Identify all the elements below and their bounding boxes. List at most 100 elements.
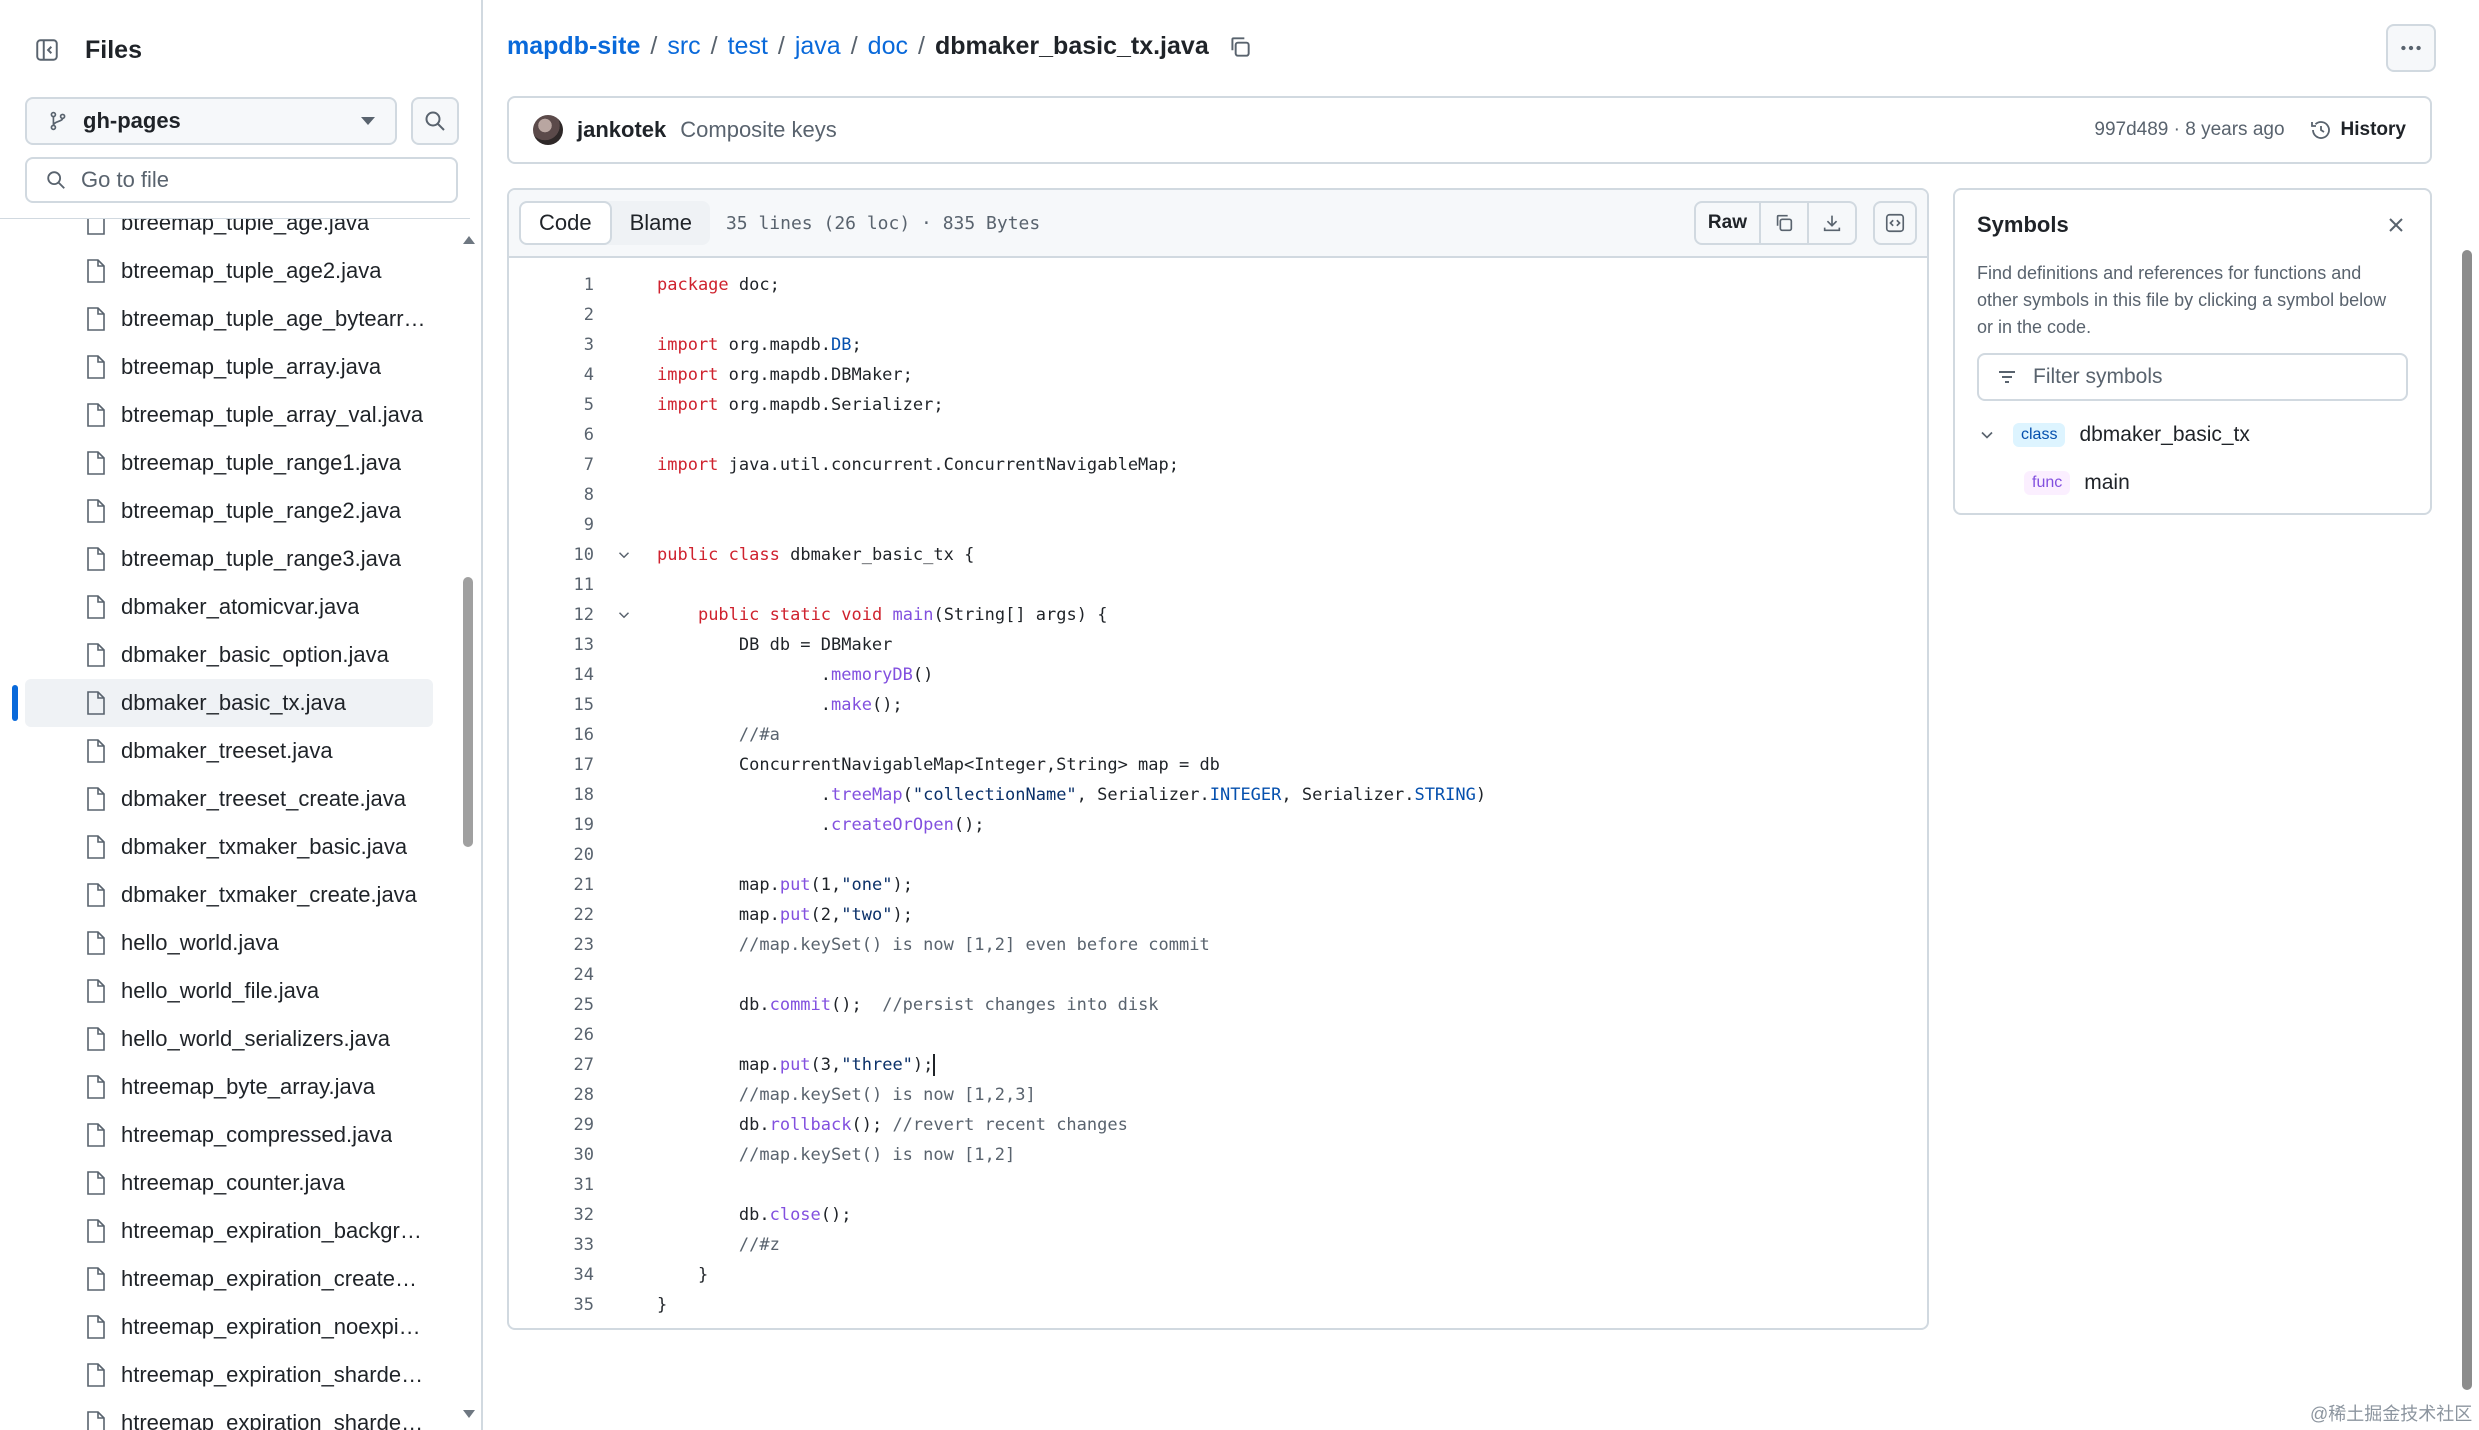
code-line[interactable]: 11 bbox=[509, 570, 1927, 600]
line-number[interactable]: 17 bbox=[509, 755, 594, 775]
line-number[interactable]: 33 bbox=[509, 1235, 594, 1255]
line-number[interactable]: 4 bbox=[509, 365, 594, 385]
file-tree-item-active[interactable]: dbmaker_basic_tx.java bbox=[25, 679, 433, 727]
line-number[interactable]: 1 bbox=[509, 275, 594, 295]
search-button[interactable] bbox=[411, 97, 459, 145]
file-tree-item[interactable]: btreemap_tuple_array.java bbox=[0, 343, 460, 391]
branch-selector[interactable]: gh-pages bbox=[25, 97, 397, 145]
file-tree-item[interactable]: htreemap_expiration_backgro... bbox=[0, 1207, 460, 1255]
code-line[interactable]: 16 //#a bbox=[509, 720, 1927, 750]
close-icon[interactable] bbox=[2384, 213, 2408, 237]
line-number[interactable]: 22 bbox=[509, 905, 594, 925]
copy-raw-button[interactable] bbox=[1761, 203, 1809, 243]
line-number[interactable]: 26 bbox=[509, 1025, 594, 1045]
code-line[interactable]: 32 db.close(); bbox=[509, 1200, 1927, 1230]
code-line[interactable]: 26 bbox=[509, 1020, 1927, 1050]
line-number[interactable]: 14 bbox=[509, 665, 594, 685]
line-number[interactable]: 35 bbox=[509, 1295, 594, 1315]
line-number[interactable]: 5 bbox=[509, 395, 594, 415]
line-number[interactable]: 34 bbox=[509, 1265, 594, 1285]
commit-message[interactable]: Composite keys bbox=[680, 117, 837, 143]
line-number[interactable]: 20 bbox=[509, 845, 594, 865]
line-number[interactable]: 24 bbox=[509, 965, 594, 985]
file-tree-item[interactable]: htreemap_expiration_sharded2... bbox=[0, 1399, 460, 1430]
sidebar-scrollbar[interactable] bbox=[461, 232, 475, 1422]
scrollbar-thumb[interactable] bbox=[2462, 250, 2472, 1390]
avatar[interactable] bbox=[533, 115, 563, 145]
code-line[interactable]: 14 .memoryDB() bbox=[509, 660, 1927, 690]
breadcrumb-link-test[interactable]: test bbox=[728, 32, 768, 61]
tab-blame[interactable]: Blame bbox=[612, 201, 710, 245]
code-line[interactable]: 31 bbox=[509, 1170, 1927, 1200]
line-number[interactable]: 7 bbox=[509, 455, 594, 475]
chevron-down-icon[interactable] bbox=[1977, 425, 1997, 445]
line-number[interactable]: 30 bbox=[509, 1145, 594, 1165]
line-number[interactable]: 23 bbox=[509, 935, 594, 955]
symbol-item-class[interactable]: class dbmaker_basic_tx bbox=[1977, 411, 2408, 459]
code-line[interactable]: 25 db.commit(); //persist changes into d… bbox=[509, 990, 1927, 1020]
file-tree-item[interactable]: btreemap_tuple_range2.java bbox=[0, 487, 460, 535]
file-tree-item[interactable]: btreemap_tuple_age.java bbox=[0, 219, 460, 247]
line-number[interactable]: 12 bbox=[509, 605, 594, 625]
code-line[interactable]: 23 //map.keySet() is now [1,2] even befo… bbox=[509, 930, 1927, 960]
go-to-file-input[interactable]: Go to file bbox=[25, 157, 458, 203]
file-tree-item[interactable]: btreemap_tuple_age2.java bbox=[0, 247, 460, 295]
code-line[interactable]: 35} bbox=[509, 1290, 1927, 1320]
code-line[interactable]: 19 .createOrOpen(); bbox=[509, 810, 1927, 840]
file-tree-item[interactable]: hello_world_serializers.java bbox=[0, 1015, 460, 1063]
file-tree-item[interactable]: btreemap_tuple_age_bytearray... bbox=[0, 295, 460, 343]
scroll-up-icon[interactable] bbox=[463, 236, 475, 244]
file-tree-item[interactable]: htreemap_expiration_sharded.j... bbox=[0, 1351, 460, 1399]
code-line[interactable]: 8 bbox=[509, 480, 1927, 510]
code-line[interactable]: 5 import org.mapdb.Serializer; bbox=[509, 390, 1927, 420]
fold-chevron-icon[interactable] bbox=[615, 606, 633, 624]
breadcrumb-link-src[interactable]: src bbox=[667, 32, 700, 61]
code-line[interactable]: 29 db.rollback(); //revert recent change… bbox=[509, 1110, 1927, 1140]
file-tree-item[interactable]: htreemap_counter.java bbox=[0, 1159, 460, 1207]
page-scrollbar[interactable] bbox=[2460, 230, 2474, 1430]
breadcrumb-link-doc[interactable]: doc bbox=[868, 32, 908, 61]
line-number[interactable]: 31 bbox=[509, 1175, 594, 1195]
code-line[interactable]: 1 package doc; bbox=[509, 270, 1927, 300]
code-lines[interactable]: 1 package doc; 2 3 import org.mapdb.DB; 4 impo… bbox=[509, 258, 1927, 1320]
collapse-sidebar-button[interactable] bbox=[25, 28, 69, 72]
line-number[interactable]: 6 bbox=[509, 425, 594, 445]
filter-symbols-input[interactable]: Filter symbols bbox=[1977, 353, 2408, 401]
line-number[interactable]: 8 bbox=[509, 485, 594, 505]
line-number[interactable]: 21 bbox=[509, 875, 594, 895]
code-line[interactable]: 15 .make(); bbox=[509, 690, 1927, 720]
file-tree-item[interactable]: dbmaker_txmaker_create.java bbox=[0, 871, 460, 919]
code-line[interactable]: 4 import org.mapdb.DBMaker; bbox=[509, 360, 1927, 390]
line-number[interactable]: 27 bbox=[509, 1055, 594, 1075]
file-tree-item[interactable]: hello_world_file.java bbox=[0, 967, 460, 1015]
code-line[interactable]: 34 } bbox=[509, 1260, 1927, 1290]
code-line[interactable]: 12 public static void main(String[] args… bbox=[509, 600, 1927, 630]
code-line[interactable]: 30 //map.keySet() is now [1,2] bbox=[509, 1140, 1927, 1170]
line-number[interactable]: 32 bbox=[509, 1205, 594, 1225]
breadcrumb-repo-link[interactable]: mapdb-site bbox=[507, 32, 640, 61]
code-line[interactable]: 9 bbox=[509, 510, 1927, 540]
line-number[interactable]: 16 bbox=[509, 725, 594, 745]
code-line[interactable]: 28 //map.keySet() is now [1,2,3] bbox=[509, 1080, 1927, 1110]
raw-button[interactable]: Raw bbox=[1696, 203, 1761, 243]
file-tree-item[interactable]: hello_world.java bbox=[0, 919, 460, 967]
line-number[interactable]: 9 bbox=[509, 515, 594, 535]
scrollbar-thumb[interactable] bbox=[463, 577, 473, 847]
file-tree-item[interactable]: dbmaker_txmaker_basic.java bbox=[0, 823, 460, 871]
fold-chevron-icon[interactable] bbox=[615, 546, 633, 564]
code-line[interactable]: 18 .treeMap("collectionName", Serializer… bbox=[509, 780, 1927, 810]
file-tree-item[interactable]: btreemap_tuple_range1.java bbox=[0, 439, 460, 487]
line-number[interactable]: 10 bbox=[509, 545, 594, 565]
line-number[interactable]: 18 bbox=[509, 785, 594, 805]
code-line[interactable]: 7 import java.util.concurrent.ConcurrentN… bbox=[509, 450, 1927, 480]
more-options-button[interactable] bbox=[2386, 24, 2436, 72]
file-tree-item[interactable]: dbmaker_treeset.java bbox=[0, 727, 460, 775]
line-number[interactable]: 13 bbox=[509, 635, 594, 655]
line-number[interactable]: 29 bbox=[509, 1115, 594, 1135]
line-number[interactable]: 11 bbox=[509, 575, 594, 595]
code-line[interactable]: 2 bbox=[509, 300, 1927, 330]
symbol-item-func[interactable]: func main bbox=[1977, 459, 2408, 507]
file-tree-item[interactable]: btreemap_tuple_array_val.java bbox=[0, 391, 460, 439]
symbols-panel-button[interactable] bbox=[1873, 201, 1917, 245]
line-number[interactable]: 3 bbox=[509, 335, 594, 355]
